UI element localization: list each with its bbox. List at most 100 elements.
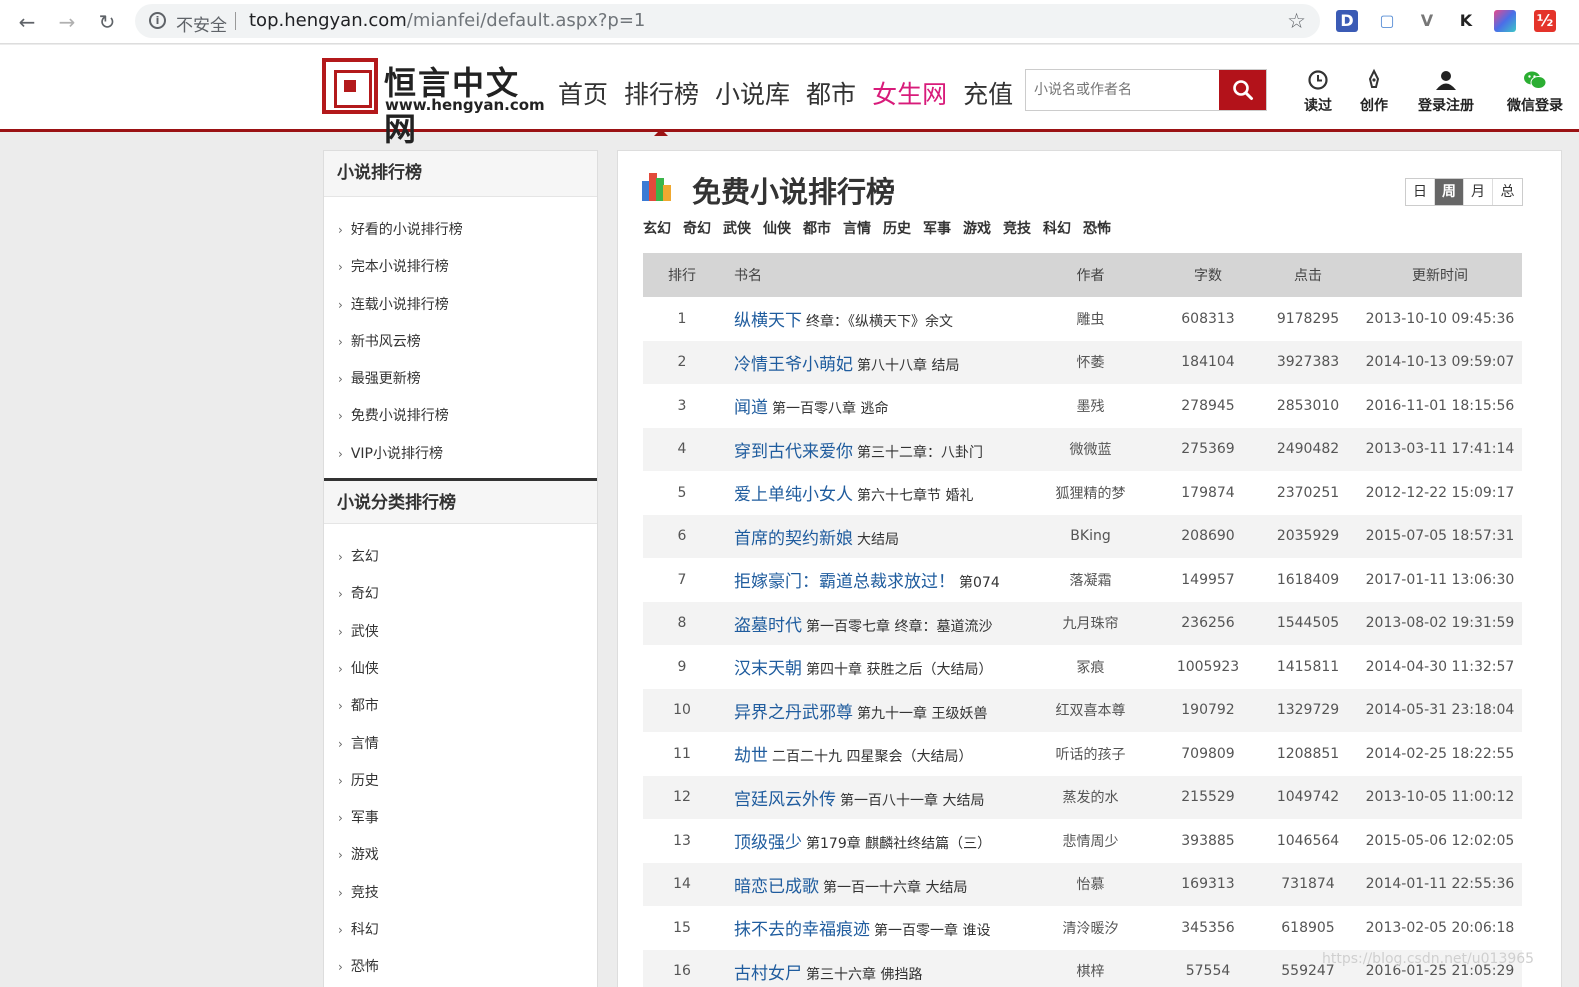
sidebar-item[interactable]: › 科幻	[324, 912, 597, 949]
sidebar-item[interactable]: › 军事	[324, 800, 597, 837]
extension-k-icon[interactable]: K	[1455, 10, 1477, 32]
sidebar-item[interactable]: › VIP小说排行榜	[324, 436, 597, 473]
sidebar-item[interactable]: › 连载小说排行榜	[324, 287, 597, 324]
sidebar-item[interactable]: › 新书风云榜	[324, 324, 597, 361]
book-title-link[interactable]: 爱上单纯小女人	[734, 485, 853, 505]
sidebar-item[interactable]: › 历史	[324, 763, 597, 800]
genre-link[interactable]: 军事	[923, 218, 951, 238]
genre-link[interactable]: 都市	[803, 218, 831, 238]
latest-chapter-link[interactable]: 第三十六章 佛挡路	[806, 967, 922, 983]
extension-window-icon[interactable]: ▢	[1376, 10, 1398, 32]
latest-chapter-link[interactable]: 第179章 麒麟社终结篇（三）	[806, 836, 991, 852]
sidebar-item[interactable]: › 免费小说排行榜	[324, 398, 597, 435]
genre-link[interactable]: 竞技	[1003, 218, 1031, 238]
sidebar-item[interactable]: › 好看的小说排行榜	[324, 212, 597, 249]
nav-library[interactable]: 小说库	[715, 75, 790, 111]
genre-link[interactable]: 恐怖	[1083, 218, 1111, 238]
book-title-link[interactable]: 宫廷风云外传	[734, 790, 836, 810]
book-title-link[interactable]: 纵横天下	[734, 311, 802, 331]
nav-recharge[interactable]: 充值	[963, 75, 1013, 111]
wechat-login-button[interactable]: 微信登录	[1502, 67, 1568, 115]
genre-link[interactable]: 仙侠	[763, 218, 791, 238]
latest-chapter-link[interactable]: 第一百八十一章 大结局	[840, 793, 984, 809]
chevron-right-icon: ›	[338, 848, 343, 863]
extension-d-icon[interactable]: D	[1336, 10, 1358, 32]
latest-chapter-link[interactable]: 大结局	[857, 532, 899, 548]
tab-month[interactable]: 月	[1464, 179, 1493, 205]
bookmark-star-icon[interactable]: ☆	[1287, 9, 1306, 33]
genre-link[interactable]: 玄幻	[643, 218, 671, 238]
book-title-link[interactable]: 首席的契约新娘	[734, 529, 853, 549]
genre-link[interactable]: 奇幻	[683, 218, 711, 238]
forward-button[interactable]: →	[54, 9, 80, 35]
book-title-link[interactable]: 顶级强少	[734, 833, 802, 853]
latest-chapter-link[interactable]: 第一百零七章 终章：墓道流沙	[806, 619, 992, 635]
latest-chapter-link[interactable]: 终章：《纵横天下》余文	[806, 314, 953, 330]
latest-chapter-link[interactable]: 第八十八章 结局	[857, 358, 959, 374]
genre-filter: 玄幻 奇幻 武侠 仙侠 都市 言情 历史 军事 游戏 竞技 科幻 恐怖	[643, 218, 1123, 238]
sidebar-item[interactable]: › 最强更新榜	[324, 361, 597, 398]
genre-link[interactable]: 游戏	[963, 218, 991, 238]
tab-week[interactable]: 周	[1435, 179, 1464, 205]
url-text[interactable]: top.hengyan.com/mianfei/default.aspx?p=1	[249, 10, 645, 31]
info-icon[interactable]: i	[149, 12, 166, 29]
sidebar-item[interactable]: › 玄幻	[324, 539, 597, 576]
nav-rankings[interactable]: 排行榜	[624, 75, 699, 136]
nav-home[interactable]: 首页	[558, 75, 608, 111]
extension-v-icon[interactable]: V	[1416, 10, 1438, 32]
back-button[interactable]: ←	[14, 9, 40, 35]
sidebar-item[interactable]: › 仙侠	[324, 651, 597, 688]
tab-total[interactable]: 总	[1493, 179, 1522, 205]
book-title-link[interactable]: 汉末天朝	[734, 659, 802, 679]
book-title-link[interactable]: 古村女尸	[734, 964, 802, 984]
genre-link[interactable]: 科幻	[1043, 218, 1071, 238]
site-logo[interactable]: 恒言中文网 www.hengyan.com	[322, 58, 545, 148]
sidebar-item[interactable]: › 完本小说排行榜	[324, 249, 597, 286]
sidebar-item[interactable]: › 游戏	[324, 837, 597, 874]
nav-urban[interactable]: 都市	[806, 75, 856, 111]
reload-button[interactable]: ↻	[94, 9, 120, 35]
book-title-link[interactable]: 暗恋已成歌	[734, 877, 819, 897]
book-title-link[interactable]: 盗墓时代	[734, 616, 802, 636]
book-title-link[interactable]: 抹不去的幸福痕迹	[734, 920, 870, 940]
latest-chapter-link[interactable]: 第一百零八章 逃命	[772, 401, 888, 417]
extension-colorful-icon[interactable]: ■	[1494, 10, 1516, 32]
sidebar-item[interactable]: › 武侠	[324, 614, 597, 651]
search-button[interactable]	[1219, 70, 1266, 110]
book-title-link[interactable]: 劫世	[734, 746, 768, 766]
latest-chapter-link[interactable]: 第一百零一章 谁设	[874, 923, 990, 939]
sidebar-item[interactable]: › 都市	[324, 688, 597, 725]
latest-chapter-link[interactable]: 第三十二章：八卦门	[857, 445, 983, 461]
write-button[interactable]: 创作	[1357, 67, 1391, 115]
genre-link[interactable]: 言情	[843, 218, 871, 238]
words-cell: 184104	[1158, 340, 1258, 384]
address-bar[interactable]: i 不安全 top.hengyan.com/mianfei/default.as…	[135, 4, 1320, 38]
sidebar-item[interactable]: › 奇幻	[324, 576, 597, 613]
sidebar-item[interactable]: › 竞技	[324, 875, 597, 912]
latest-chapter-link[interactable]: 第九十一章 王级妖兽	[857, 706, 987, 722]
sidebar-item-label: 免费小说排行榜	[350, 408, 449, 425]
book-title-link[interactable]: 闻道	[734, 398, 768, 418]
nav-girls[interactable]: 女生网	[872, 75, 947, 111]
title-cell: 闻道 第一百零八章 逃命	[721, 384, 1023, 428]
sidebar-item[interactable]: › 恐怖	[324, 949, 597, 986]
search-input[interactable]	[1026, 70, 1220, 110]
table-row: 4 穿到古代来爱你 第三十二章：八卦门 微微蓝 275369 2490482 2013-03…	[643, 427, 1522, 471]
sidebar-item[interactable]: › 言情	[324, 726, 597, 763]
tab-day[interactable]: 日	[1406, 179, 1435, 205]
extension-coupon-icon[interactable]: ½	[1534, 10, 1556, 32]
history-button[interactable]: 读过	[1301, 67, 1335, 115]
login-register-button[interactable]: 登录注册	[1413, 67, 1479, 115]
genre-link[interactable]: 历史	[883, 218, 911, 238]
book-title-link[interactable]: 拒嫁豪门：霸道总裁求放过！	[734, 572, 955, 592]
genre-link[interactable]: 武侠	[723, 218, 751, 238]
book-title-link[interactable]: 异界之丹武邪尊	[734, 703, 853, 723]
latest-chapter-link[interactable]: 第四十章 获胜之后（大结局）	[806, 662, 992, 678]
latest-chapter-link[interactable]: 第六十七章节 婚礼	[857, 488, 973, 504]
latest-chapter-link[interactable]: 第074	[959, 575, 1000, 591]
latest-chapter-link[interactable]: 二百二十九 四星聚会（大结局）	[772, 749, 972, 765]
latest-chapter-link[interactable]: 第一百一十六章 大结局	[823, 880, 967, 896]
book-title-link[interactable]: 冷情王爷小萌妃	[734, 355, 853, 375]
book-title-link[interactable]: 穿到古代来爱你	[734, 442, 853, 462]
table-row: 8 盗墓时代 第一百零七章 终章：墓道流沙 九月珠帘 236256 1544505 2013…	[643, 601, 1522, 645]
